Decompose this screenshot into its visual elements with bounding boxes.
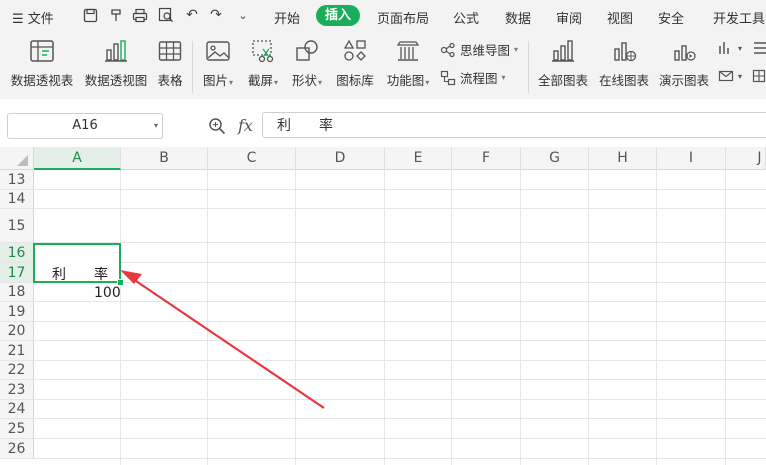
table-icon — [158, 41, 182, 61]
table-button[interactable]: 表格 — [156, 38, 184, 89]
chevron-down-icon: ▾ — [514, 45, 519, 54]
redo-icon[interactable]: ↷ — [208, 7, 224, 23]
demo-chart-icon — [674, 45, 696, 61]
chevron-down-icon: ▾ — [274, 78, 279, 87]
formula-bar: A16 ▾ fx 利 率 — [0, 99, 766, 148]
ribbon-separator — [528, 41, 529, 93]
flow-chart-button[interactable]: 流程图 ▾ — [440, 68, 506, 87]
icon-library-button[interactable]: 图标库 — [335, 38, 375, 89]
tab-formulas[interactable]: 公式 — [453, 8, 479, 27]
online-charts-button[interactable]: 在线图表 — [597, 38, 651, 89]
online-chart-icon — [614, 42, 637, 62]
tab-page-layout[interactable]: 页面布局 — [377, 8, 429, 27]
more-chevron-icon[interactable]: ⌄ — [235, 7, 251, 23]
tab-insert[interactable]: 插入 — [316, 5, 360, 26]
shape-button[interactable]: 形状▾ — [289, 38, 325, 89]
bar-chart-icon — [552, 40, 574, 62]
tab-view[interactable]: 视图 — [607, 8, 633, 27]
pivot-table-button[interactable]: 数据透视表 — [10, 38, 74, 89]
print-preview-icon[interactable] — [158, 7, 174, 23]
demo-charts-button[interactable]: 演示图表 — [657, 38, 711, 89]
red-arrow-annotation — [120, 270, 325, 409]
spreadsheet-grid: A B C D E F G H I J 13 14 15 16 17 18 19… — [0, 147, 766, 465]
chevron-down-icon: ▾ — [229, 78, 234, 87]
pivot-table-icon — [30, 40, 54, 62]
chevron-down-icon: ▾ — [738, 71, 743, 81]
tab-security[interactable]: 安全 — [658, 8, 684, 27]
picture-icon — [206, 41, 230, 61]
chart-more-dropdown[interactable]: ▾ — [718, 68, 742, 84]
envelope-icon — [718, 70, 734, 82]
name-box[interactable]: A16 ▾ — [7, 113, 163, 139]
undo-icon[interactable]: ↶ — [184, 7, 200, 23]
function-chart-icon — [396, 41, 420, 61]
chevron-down-icon: ▾ — [738, 43, 743, 53]
chevron-down-icon[interactable]: ▾ — [154, 114, 158, 138]
shapes-icon — [296, 40, 318, 61]
all-charts-button[interactable]: 全部图表 — [536, 38, 590, 89]
icon-library-icon — [343, 39, 366, 61]
tab-review[interactable]: 审阅 — [556, 8, 582, 27]
chevron-down-icon: ▾ — [501, 73, 506, 82]
flow-chart-icon — [440, 70, 456, 85]
pivot-chart-button[interactable]: 数据透视图 — [84, 38, 148, 89]
fx-icon[interactable]: fx — [238, 116, 253, 135]
chevron-down-icon: ▾ — [318, 78, 323, 87]
pivot-chart-icon — [105, 40, 127, 62]
list-icon[interactable] — [752, 40, 766, 56]
print-icon[interactable] — [132, 7, 148, 23]
hamburger-icon: ☰ — [12, 12, 24, 27]
function-chart-button[interactable]: 功能图▾ — [384, 38, 432, 89]
mind-map-button[interactable]: 思维导图 ▾ — [440, 40, 518, 59]
tab-home[interactable]: 开始 — [274, 8, 300, 27]
save-icon[interactable] — [82, 7, 98, 23]
scissors-icon — [252, 40, 274, 63]
tab-developer[interactable]: 开发工具 — [713, 8, 765, 27]
grid-icon[interactable] — [752, 68, 766, 84]
ribbon: 数据透视表 数据透视图 表格 图片▾ 截屏▾ 形状▾ 图标库 功能图▾ 思维导图… — [0, 33, 766, 100]
format-painter-icon[interactable] — [108, 7, 124, 23]
picture-button[interactable]: 图片▾ — [200, 38, 236, 89]
chart-type-dropdown[interactable]: ▾ — [718, 40, 742, 56]
mind-map-icon — [440, 42, 455, 57]
zoom-search-icon[interactable] — [208, 117, 226, 135]
ribbon-separator — [192, 41, 193, 93]
formula-tools: fx — [208, 116, 253, 135]
formula-input[interactable]: 利 率 — [262, 112, 766, 138]
column-chart-icon — [719, 42, 729, 54]
tab-data[interactable]: 数据 — [505, 8, 531, 27]
menu-file[interactable]: ☰ 文件 — [12, 8, 54, 27]
menu-bar: ☰ 文件 ↶ ↷ ⌄ 开始 插入 页面布局 公式 数据 审阅 视图 安全 开发工… — [0, 0, 766, 33]
screenshot-button[interactable]: 截屏▾ — [245, 38, 281, 89]
chevron-down-icon: ▾ — [425, 78, 430, 87]
